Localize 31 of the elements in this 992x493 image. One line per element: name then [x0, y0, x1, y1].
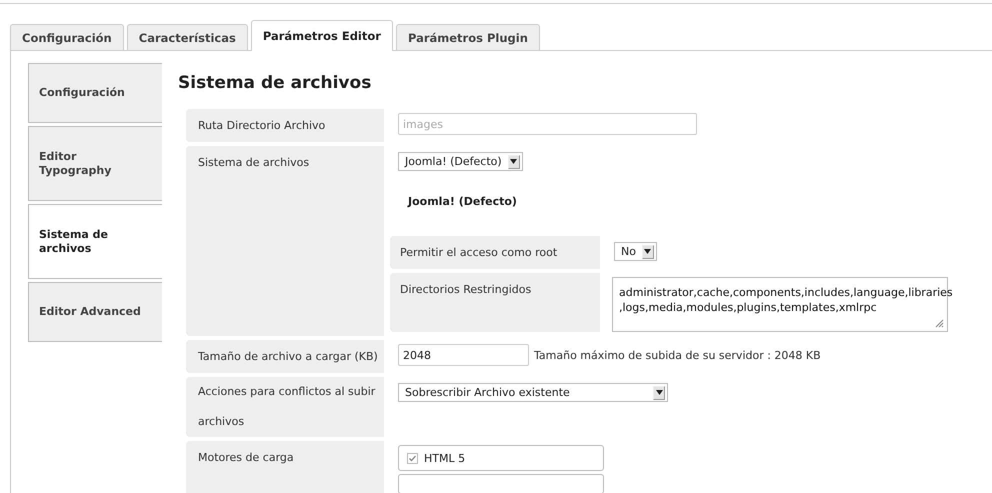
tab[interactable]: Parámetros Editor [250, 20, 393, 51]
field-note: Tamaño máximo de subida de su servidor : 2048 KB [534, 348, 821, 362]
field-label: Tamaño de archivo a cargar (KB) [186, 340, 384, 373]
dropdown[interactable]: Sobrescribir Archivo existente [398, 383, 668, 402]
caret-icon [508, 154, 520, 168]
checkbox-label: HTML 5 [424, 452, 466, 464]
tab[interactable]: Características [126, 24, 248, 50]
caret-icon [653, 386, 665, 400]
dropdown[interactable]: Joomla! (Defecto) [398, 152, 523, 171]
resize-handle-icon[interactable] [935, 319, 944, 328]
tab[interactable]: Configuración [10, 24, 124, 50]
sidebar-item[interactable]: Configuración [28, 63, 162, 123]
field-label: Motores de carga [186, 441, 384, 493]
dropdown[interactable]: No [614, 242, 657, 261]
input-field[interactable]: 2048 [398, 344, 529, 366]
caret-icon [642, 244, 654, 258]
checkbox-row[interactable] [398, 474, 604, 493]
checkbox[interactable] [407, 452, 418, 464]
field-label: Ruta Directorio Archivo [186, 109, 384, 142]
field-label: Sistema de archivos [186, 146, 384, 336]
subsection-title: Joomla! (Defecto) [408, 195, 518, 208]
checkbox-row[interactable]: HTML 5 [398, 445, 604, 471]
sidebar-item[interactable]: Editor Typography [28, 126, 162, 201]
field-label: Permitir el acceso como root [390, 236, 600, 269]
sidebar-item[interactable]: Editor Advanced [28, 282, 162, 342]
tab[interactable]: Parámetros Plugin [396, 24, 540, 50]
section-heading: Sistema de archivos [178, 73, 372, 93]
sidebar-item[interactable]: Sistema de archivos [28, 204, 162, 279]
input-field[interactable]: images [398, 113, 697, 135]
field-label: Directorios Restringidos [390, 273, 600, 332]
field-label: Acciones para conflictos al subir archivos [186, 377, 384, 437]
